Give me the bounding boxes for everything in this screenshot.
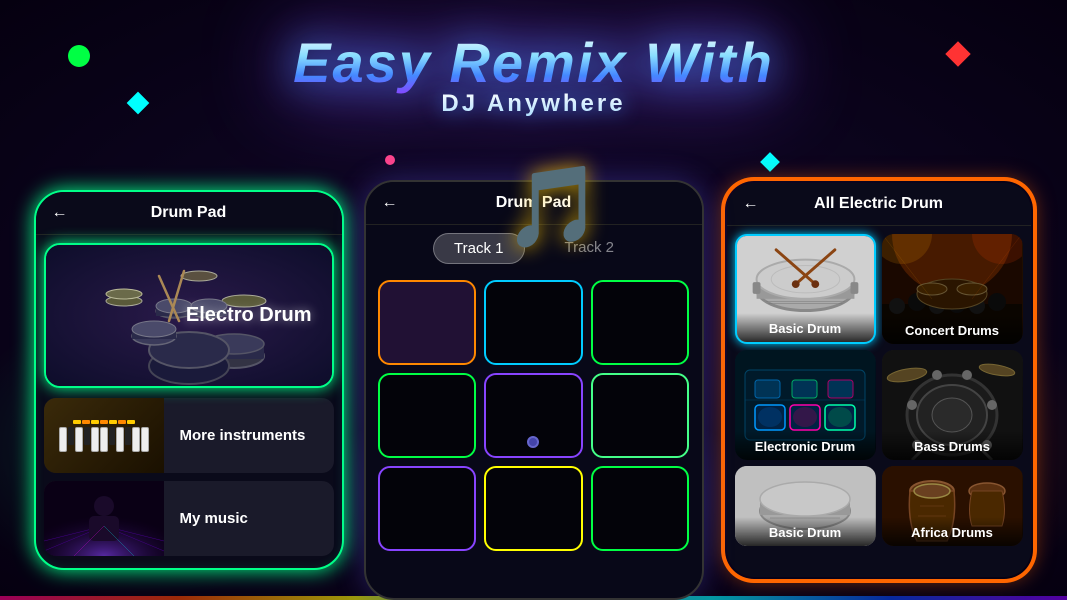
left-phone-content: Electro Drum (36, 235, 342, 570)
dj-svg (44, 481, 164, 556)
basic-drum-label: Basic Drum (737, 313, 874, 342)
concert-drums-card[interactable]: Concert Drums (882, 234, 1023, 344)
pad-7[interactable] (378, 466, 477, 551)
tab-track2[interactable]: Track 2 (545, 233, 634, 264)
pad-3[interactable] (591, 280, 690, 365)
concert-drums-label: Concert Drums (882, 315, 1023, 344)
right-phone-back-button[interactable]: ← (743, 195, 759, 213)
synth-image (44, 398, 164, 473)
tab-track1[interactable]: Track 1 (433, 233, 524, 264)
left-phone: ← Drum Pad (34, 190, 344, 570)
pad-4[interactable] (378, 373, 477, 458)
sub-title: DJ Anywhere (0, 90, 1067, 118)
pad-1[interactable] (378, 280, 477, 365)
electronic-drum-label: Electronic Drum (735, 431, 876, 460)
pad-5[interactable] (484, 373, 583, 458)
left-phone-header: ← Drum Pad (36, 192, 342, 235)
track-tabs: Track 1 Track 2 (366, 225, 702, 272)
right-phone-header: ← All Electric Drum (727, 183, 1031, 226)
bass-drums-label: Bass Drums (882, 431, 1023, 460)
pad-2[interactable] (484, 280, 583, 365)
my-music-card[interactable]: My music (44, 481, 334, 556)
pad-6[interactable] (591, 373, 690, 458)
more-instruments-card[interactable]: More instruments (44, 398, 334, 473)
my-music-label: My music (164, 510, 264, 527)
drum-pads-grid (366, 272, 702, 559)
electronic-drum-card[interactable]: Electronic Drum (735, 350, 876, 460)
pad-9[interactable] (591, 466, 690, 551)
electro-drum-label: Electro Drum (66, 245, 332, 386)
africa-drums-label: Africa Drums (882, 517, 1023, 546)
center-phone-title: Drum Pad (496, 194, 572, 212)
right-phone-title: All Electric Drum (814, 195, 943, 213)
center-phone: ← Drum Pad Track 1 Track 2 (364, 180, 704, 600)
left-phone-title: Drum Pad (151, 204, 227, 222)
main-title: Easy Remix With (0, 30, 1067, 95)
left-phone-back-button[interactable]: ← (52, 204, 68, 222)
header: Easy Remix With DJ Anywhere (0, 30, 1067, 118)
bass-drums-card[interactable]: Bass Drums (882, 350, 1023, 460)
more-instruments-label: More instruments (164, 427, 322, 444)
drum-selection-grid: Basic Drum (727, 226, 1031, 554)
right-phone: ← All Electric Drum (724, 180, 1034, 580)
electro-drum-card[interactable]: Electro Drum (44, 243, 334, 388)
center-phone-back-button[interactable]: ← (382, 194, 398, 212)
phones-container: ← Drum Pad (0, 180, 1067, 600)
basic-drum-card[interactable]: Basic Drum (735, 234, 876, 344)
dj-image (44, 481, 164, 556)
pad-8[interactable] (484, 466, 583, 551)
center-phone-header: ← Drum Pad (366, 182, 702, 225)
africa-drums-card[interactable]: Africa Drums (882, 466, 1023, 546)
basic-drum-2-card[interactable]: Basic Drum (735, 466, 876, 546)
pad-circle (527, 436, 539, 448)
basic-drum-2-label: Basic Drum (735, 517, 876, 546)
